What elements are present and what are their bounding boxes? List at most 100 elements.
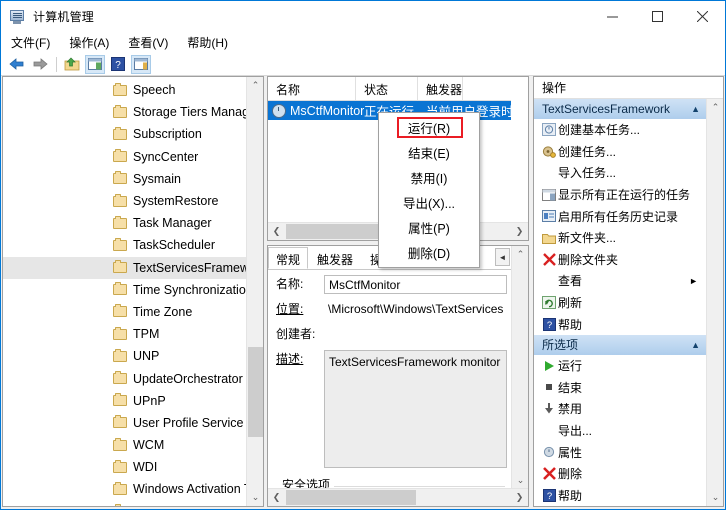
action-item-0-1[interactable]: 创建任务... bbox=[534, 141, 706, 163]
tree-item-tpm[interactable]: TPM bbox=[3, 323, 246, 345]
minimize-button[interactable] bbox=[590, 1, 635, 32]
actions-group-header[interactable]: 所选项 ▲ bbox=[534, 334, 706, 355]
close-button[interactable] bbox=[680, 1, 725, 32]
tree-item-user-profile-service[interactable]: User Profile Service bbox=[3, 412, 246, 434]
folder-icon bbox=[113, 371, 127, 385]
actions-scroll-down-icon[interactable]: ⌄ bbox=[707, 489, 723, 506]
action-item-0-5[interactable]: 新文件夹... bbox=[534, 227, 706, 249]
context-menu-item-5[interactable]: 删除(D) bbox=[379, 240, 479, 265]
tree-item-label: SyncCenter bbox=[133, 149, 199, 164]
tree-item-taskscheduler[interactable]: TaskScheduler bbox=[3, 234, 246, 256]
field-row-author: 创建者: bbox=[268, 319, 511, 344]
show-action-pane-icon[interactable] bbox=[131, 54, 151, 74]
column-header-name[interactable]: 名称 bbox=[268, 77, 356, 100]
tree-vertical-scrollbar[interactable]: ⌃ ⌄ bbox=[246, 77, 263, 506]
tree-item-label: Speech bbox=[133, 83, 176, 98]
name-field[interactable]: MsCtfMonitor bbox=[324, 275, 507, 294]
action-item-0-0[interactable]: 创建基本任务... bbox=[534, 119, 706, 141]
column-header-status[interactable]: 状态 bbox=[356, 77, 418, 100]
context-menu-item-label: 导出(X)... bbox=[402, 197, 456, 211]
scroll-right-arrow-icon[interactable]: ❯ bbox=[511, 223, 528, 240]
action-item-1-2[interactable]: 禁用 bbox=[534, 398, 706, 420]
actions-vertical-scrollbar[interactable]: ⌃ ⌄ bbox=[706, 99, 723, 506]
tree-item-subscription[interactable]: Subscription bbox=[3, 123, 246, 145]
action-item-0-2[interactable]: 导入任务... bbox=[534, 162, 706, 184]
description-field[interactable]: TextServicesFramework monitor bbox=[324, 350, 507, 468]
tree-item-time-synchronization[interactable]: Time Synchronization bbox=[3, 279, 246, 301]
tree-scroll-thumb[interactable] bbox=[248, 347, 263, 437]
up-folder-icon[interactable] bbox=[62, 55, 82, 74]
context-menu-item-3[interactable]: 导出(X)... bbox=[379, 190, 479, 215]
tab-1[interactable]: 触发器 bbox=[309, 247, 361, 269]
context-menu-item-2[interactable]: 禁用(I) bbox=[379, 165, 479, 190]
action-item-0-7[interactable]: 查看 ► bbox=[534, 270, 706, 292]
tree-item-sysmain[interactable]: Sysmain bbox=[3, 168, 246, 190]
menu-help[interactable]: 帮助(H) bbox=[185, 32, 237, 53]
details-scroll-left-icon[interactable]: ❮ bbox=[268, 489, 285, 506]
tree-item-task-manager[interactable]: Task Manager bbox=[3, 212, 246, 234]
back-icon[interactable] bbox=[7, 55, 27, 74]
help-icon[interactable]: ? bbox=[108, 55, 128, 74]
tree-item-label: WCM bbox=[133, 438, 165, 453]
tree-item-speech[interactable]: Speech bbox=[3, 79, 246, 101]
scroll-down-arrow-icon[interactable]: ⌄ bbox=[247, 489, 263, 506]
action-item-1-4[interactable]: 属性 bbox=[534, 441, 706, 463]
action-item-0-8[interactable]: 刷新 bbox=[534, 292, 706, 314]
tree-item-unp[interactable]: UNP bbox=[3, 345, 246, 367]
tree-item-windows-activation-tec[interactable]: Windows Activation Tec bbox=[3, 478, 246, 500]
tree-item-upnp[interactable]: UPnP bbox=[3, 390, 246, 412]
tree-item-updateorchestrator[interactable]: UpdateOrchestrator bbox=[3, 367, 246, 389]
action-item-1-5[interactable]: 删除 bbox=[534, 463, 706, 485]
tree-item-label: Time Zone bbox=[133, 304, 193, 319]
column-header-trigger[interactable]: 触发器 bbox=[418, 77, 464, 100]
menu-view[interactable]: 查看(V) bbox=[126, 32, 177, 53]
tree-item-textservicesframework[interactable]: TextServicesFramework bbox=[3, 256, 246, 279]
action-item-0-9[interactable]: ? 帮助 bbox=[534, 313, 706, 335]
maximize-button[interactable] bbox=[635, 1, 680, 32]
tab-prev-button[interactable]: ◄ bbox=[495, 248, 510, 266]
action-item-label: 帮助 bbox=[558, 488, 583, 503]
action-item-1-3[interactable]: 导出... bbox=[534, 420, 706, 442]
details-scroll-down-icon[interactable]: ⌄ bbox=[512, 472, 528, 489]
actions-list: TextServicesFramework ▲ 创建基本任务... 创建任务... 导入… bbox=[534, 99, 706, 506]
action-item-1-6[interactable]: ? 帮助 bbox=[534, 485, 706, 507]
actions-scroll-up-icon[interactable]: ⌃ bbox=[707, 99, 723, 116]
submenu-arrow-icon[interactable]: ► bbox=[689, 276, 706, 286]
actions-group-header[interactable]: TextServicesFramework ▲ bbox=[534, 99, 706, 119]
tree-item-windows-defender[interactable]: Windows Defender bbox=[3, 501, 246, 506]
scroll-up-arrow-icon[interactable]: ⌃ bbox=[247, 77, 263, 94]
tree-item-time-zone[interactable]: Time Zone bbox=[3, 301, 246, 323]
tree-item-label: Sysmain bbox=[133, 171, 181, 186]
forward-icon[interactable] bbox=[30, 55, 50, 74]
menu-file[interactable]: 文件(F) bbox=[9, 32, 59, 53]
folder-icon bbox=[113, 82, 127, 96]
action-item-0-6[interactable]: 删除文件夹 bbox=[534, 249, 706, 271]
action-item-0-3[interactable]: 显示所有正在运行的任务 bbox=[534, 184, 706, 206]
menu-action[interactable]: 操作(A) bbox=[67, 32, 118, 53]
context-menu-item-4[interactable]: 属性(P) bbox=[379, 215, 479, 240]
action-item-0-4[interactable]: 启用所有任务历史记录 bbox=[534, 205, 706, 227]
action-item-1-0[interactable]: 运行 bbox=[534, 355, 706, 377]
field-row-name: 名称: MsCtfMonitor bbox=[268, 269, 511, 294]
details-scroll-right-icon[interactable]: ❯ bbox=[511, 489, 528, 506]
tab-0[interactable]: 常规 bbox=[268, 247, 309, 269]
tree-item-synccenter[interactable]: SyncCenter bbox=[3, 146, 246, 168]
details-scroll-up-icon[interactable]: ⌃ bbox=[512, 246, 528, 263]
context-menu-item-1[interactable]: 结束(E) bbox=[379, 140, 479, 165]
tree-item-label: Time Synchronization bbox=[133, 282, 246, 297]
location-value: \Microsoft\Windows\TextServices bbox=[328, 302, 504, 316]
scroll-left-arrow-icon[interactable]: ❮ bbox=[268, 223, 285, 240]
tree-item-wcm[interactable]: WCM bbox=[3, 434, 246, 456]
action-item-1-1[interactable]: 结束 bbox=[534, 377, 706, 399]
show-hide-console-tree-icon[interactable] bbox=[85, 54, 105, 74]
collapse-caret-icon[interactable]: ▲ bbox=[691, 340, 700, 350]
tree-item-storage-tiers-managen[interactable]: Storage Tiers Managen bbox=[3, 101, 246, 123]
tree-item-wdi[interactable]: WDI bbox=[3, 456, 246, 478]
tree-item-systemrestore[interactable]: SystemRestore bbox=[3, 190, 246, 212]
context-menu-item-0[interactable]: 运行(R) bbox=[379, 115, 479, 140]
details-scroll-thumb[interactable] bbox=[286, 490, 416, 505]
field-row-location: 位置: \Microsoft\Windows\TextServices bbox=[268, 294, 511, 319]
details-vertical-scrollbar[interactable]: ⌃ ⌄ bbox=[511, 246, 528, 489]
collapse-caret-icon[interactable]: ▲ bbox=[691, 104, 700, 114]
details-horizontal-scrollbar[interactable]: ❮ ❯ bbox=[268, 488, 528, 506]
